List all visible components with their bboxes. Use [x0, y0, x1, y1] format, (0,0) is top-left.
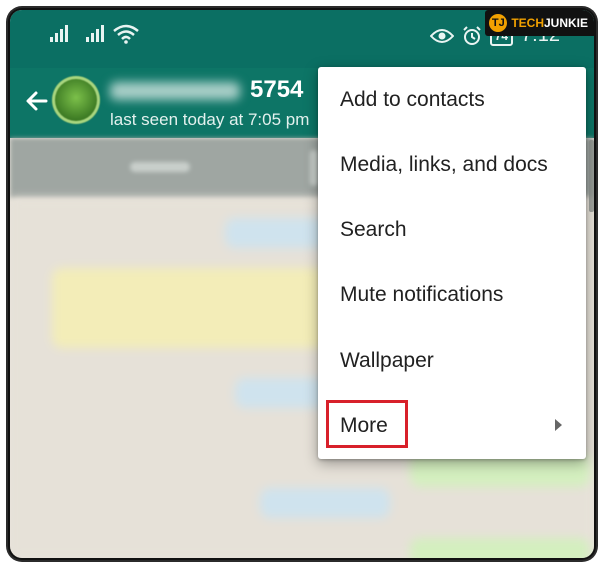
menu-item-label: More	[340, 414, 388, 437]
last-seen-status: last seen today at 7:05 pm	[110, 110, 310, 129]
techjunkie-logo-icon: TJ	[489, 14, 508, 32]
submenu-arrow-icon	[555, 419, 562, 431]
signal-icon-2	[86, 24, 106, 42]
techjunkie-watermark: TJ TECHJUNKIE	[485, 10, 594, 36]
contact-name[interactable]: 5754	[110, 76, 303, 104]
menu-item-label: Search	[340, 218, 407, 241]
menu-item-media-links-docs[interactable]: Media, links, and docs	[318, 133, 586, 197]
menu-item-label: Add to contacts	[340, 88, 485, 111]
phone-screen: 74 7:12 TJ TECHJUNKIE 5754 last seen tod…	[10, 10, 594, 558]
menu-item-label: Wallpaper	[340, 349, 434, 372]
menu-item-wallpaper[interactable]: Wallpaper	[318, 329, 586, 393]
redacted-number	[110, 81, 240, 100]
menu-item-mute-notifications[interactable]: Mute notifications	[318, 263, 586, 327]
menu-item-label: Mute notifications	[340, 283, 504, 306]
signal-icon	[50, 24, 70, 42]
overflow-menu: Add to contacts Media, links, and docs S…	[318, 67, 586, 459]
contact-avatar[interactable]	[52, 76, 100, 124]
wifi-icon	[113, 24, 139, 44]
menu-item-label: Media, links, and docs	[340, 153, 548, 176]
menu-item-search[interactable]: Search	[318, 198, 586, 262]
scrollbar[interactable]	[589, 140, 594, 212]
back-arrow-icon[interactable]	[24, 88, 50, 114]
status-bar: 74 7:12 TJ TECHJUNKIE	[10, 10, 594, 68]
menu-item-add-to-contacts[interactable]: Add to contacts	[318, 68, 586, 132]
eye-icon	[429, 28, 454, 43]
alarm-icon	[462, 25, 481, 45]
menu-item-more[interactable]: More	[318, 394, 586, 458]
